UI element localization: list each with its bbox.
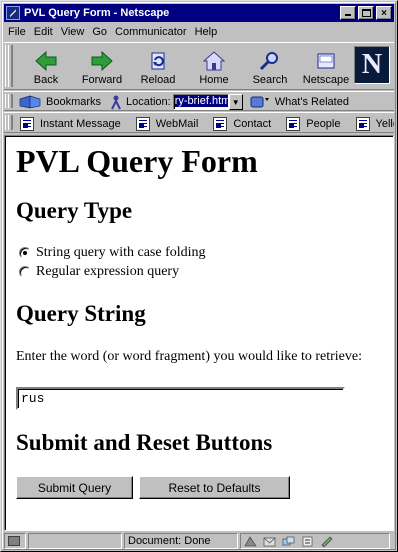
yellow-pages-label: Yello: [375, 117, 395, 130]
location-label: Location:: [126, 96, 171, 108]
newsgroups-icon[interactable]: [282, 536, 295, 547]
address-book-icon[interactable]: [301, 536, 314, 547]
close-icon: ×: [381, 7, 387, 19]
mail-icon[interactable]: [263, 536, 276, 547]
menu-edit[interactable]: Edit: [30, 26, 57, 38]
page-content: PVL Query Form Query Type String query w…: [4, 135, 394, 531]
menu-help[interactable]: Help: [191, 26, 222, 38]
location-url-field[interactable]: ry-brief.htm: [172, 94, 229, 110]
reload-icon: [151, 52, 165, 70]
whats-related-label[interactable]: What's Related: [275, 96, 349, 108]
contact-link[interactable]: Contact: [211, 116, 272, 131]
toolbar-grip[interactable]: [5, 45, 13, 87]
search-icon: [259, 52, 278, 71]
bookmark-doc-icon: [213, 116, 228, 131]
query-string-heading: Query String: [16, 301, 146, 326]
toolbar-grip[interactable]: [5, 94, 13, 108]
netscape-label: Netscape: [302, 74, 350, 86]
security-panel[interactable]: [4, 533, 26, 549]
menu-view[interactable]: View: [57, 26, 89, 38]
radio-label-string-query: String query with case folding: [36, 245, 206, 260]
minimize-icon: [345, 14, 351, 16]
forward-label: Forward: [81, 74, 123, 86]
navigator-icon[interactable]: [244, 535, 257, 547]
search-label: Search: [252, 74, 288, 86]
contact-label: Contact: [233, 117, 272, 130]
status-text-panel: Document: Done: [124, 533, 238, 549]
home-button[interactable]: Home: [186, 46, 242, 88]
bookmarks-icon[interactable]: [18, 94, 44, 110]
bookmark-doc-icon: [135, 116, 150, 131]
people-label: People: [306, 117, 341, 130]
search-button[interactable]: Search: [242, 46, 298, 88]
bookmark-doc-icon: [20, 116, 34, 131]
radio-option-regex-query[interactable]: Regular expression query: [19, 264, 179, 280]
navigation-toolbar: Back Forward Reload Home Search Netscape…: [4, 42, 394, 90]
minimize-button[interactable]: [340, 6, 356, 20]
back-button[interactable]: Back: [18, 46, 74, 88]
netscape-logo-letter: N: [361, 49, 383, 80]
maximize-button[interactable]: [358, 6, 374, 20]
page-title: PVL Query Form: [16, 143, 258, 179]
netscape-button[interactable]: Netscape: [298, 46, 354, 88]
back-arrow-icon: [35, 50, 57, 72]
query-type-heading: Query Type: [16, 198, 133, 223]
home-label: Home: [199, 74, 229, 86]
location-icon[interactable]: [109, 94, 123, 110]
radio-button-checked[interactable]: [19, 247, 31, 259]
menu-file[interactable]: File: [4, 26, 30, 38]
radio-option-string-query[interactable]: String query with case folding: [19, 245, 206, 261]
status-bar: Document: Done: [4, 532, 394, 550]
menu-bar: File Edit View Go Communicator Help: [4, 23, 394, 41]
component-bar: [240, 533, 390, 549]
title-bar[interactable]: PVL Query Form - Netscape ×: [4, 4, 394, 22]
instant-message-label: Instant Message: [40, 117, 121, 130]
submit-query-button[interactable]: Submit Query: [16, 476, 133, 499]
webmail-link[interactable]: WebMail: [134, 116, 199, 131]
bookmark-doc-icon: [355, 116, 370, 131]
whats-related-icon[interactable]: [249, 94, 273, 110]
reload-label: Reload: [140, 74, 176, 86]
toolbar-grip[interactable]: [5, 115, 13, 130]
lock-icon: [8, 536, 20, 546]
bookmarks-label[interactable]: Bookmarks: [46, 96, 101, 108]
yellow-pages-link[interactable]: Yello: [354, 116, 395, 131]
location-url-value: ry-brief.htm: [174, 95, 229, 107]
menu-communicator[interactable]: Communicator: [111, 26, 191, 38]
status-text: Document: Done: [128, 535, 211, 547]
forward-button[interactable]: Forward: [74, 46, 130, 88]
buttons-heading: Submit and Reset Buttons: [16, 430, 273, 455]
reload-button[interactable]: Reload: [130, 46, 186, 88]
bookmark-doc-icon: [286, 116, 301, 131]
reset-defaults-button[interactable]: Reset to Defaults: [139, 476, 290, 499]
location-toolbar: Bookmarks Location: ry-brief.htm ▼ What'…: [4, 91, 394, 111]
forward-arrow-icon: [91, 50, 113, 72]
netscape-my-icon: [317, 53, 335, 69]
home-icon: [202, 51, 226, 71]
back-label: Back: [33, 74, 59, 86]
browser-window: PVL Query Form - Netscape × File Edit Vi…: [0, 0, 398, 552]
location-dropdown-button[interactable]: ▼: [228, 94, 243, 110]
radio-button-unchecked[interactable]: [19, 266, 31, 278]
query-string-input[interactable]: rus: [16, 387, 345, 410]
query-prompt-text: Enter the word (or word fragment) you wo…: [16, 349, 363, 364]
personal-toolbar: Instant Message WebMail Contact People Y…: [4, 112, 394, 133]
chevron-down-icon: ▼: [231, 97, 240, 107]
menu-go[interactable]: Go: [88, 26, 111, 38]
progress-panel: [28, 533, 122, 549]
close-button[interactable]: ×: [376, 6, 392, 20]
composer-icon[interactable]: [320, 536, 333, 547]
maximize-icon: [362, 9, 371, 17]
radio-label-regex-query: Regular expression query: [36, 264, 180, 279]
netscape-app-icon: [6, 6, 20, 20]
webmail-label: WebMail: [155, 117, 199, 130]
netscape-logo[interactable]: N: [354, 46, 390, 84]
window-title: PVL Query Form - Netscape: [24, 7, 170, 19]
people-link[interactable]: People: [284, 116, 341, 131]
instant-message-link[interactable]: Instant Message: [18, 116, 121, 131]
